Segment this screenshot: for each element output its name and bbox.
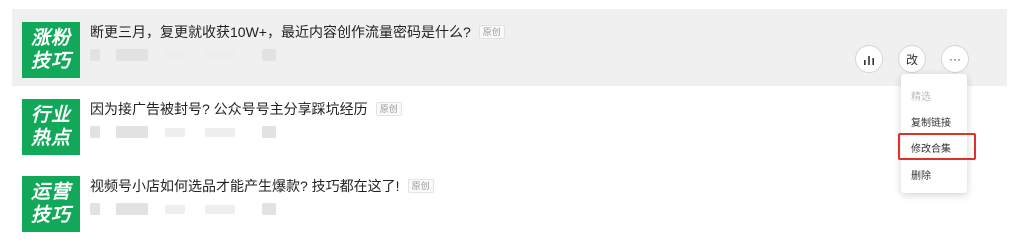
original-badge: 原创 [375,102,402,116]
more-button[interactable]: ··· [941,45,969,73]
cover-text-line2: 热点 [30,127,71,149]
menu-item-delete[interactable]: 删除 [911,167,931,182]
edit-button[interactable]: 改 [898,45,926,73]
highlight-box [898,133,976,160]
article-row[interactable]: 行业 热点 因为接广告被封号? 公众号号主分享踩坑经历 原创 [12,86,1007,163]
cover-text-line1: 行业 [30,104,71,126]
cover-text-line1: 涨粉 [30,27,71,49]
bar-chart-icon [864,56,874,65]
stats-button[interactable] [855,45,883,73]
article-title-text[interactable]: 因为接广告被封号? 公众号号主分享踩坑经历 [90,101,368,117]
cover-text-line2: 技巧 [30,50,71,72]
cover-text-line2: 技巧 [30,204,71,226]
article-cover: 运营 技巧 [22,176,80,232]
article-title[interactable]: 因为接广告被封号? 公众号号主分享踩坑经历 原创 [90,99,402,119]
menu-item-copy-link[interactable]: 复制链接 [911,114,951,129]
article-cover: 涨粉 技巧 [22,22,80,78]
article-title-text[interactable]: 视频号小店如何选品才能产生爆款? 技巧都在这了! [90,178,400,194]
article-row[interactable]: 运营 技巧 视频号小店如何选品才能产生爆款? 技巧都在这了! 原创 [12,163,1007,240]
menu-item-featured: 精选 [911,92,931,103]
article-title-text[interactable]: 断更三月，复更就收获10W+，最近内容创作流量密码是什么? [90,24,471,40]
cover-text-line1: 运营 [30,181,71,203]
article-cover: 行业 热点 [22,99,80,155]
article-title[interactable]: 断更三月，复更就收获10W+，最近内容创作流量密码是什么? 原创 [90,22,505,42]
original-badge: 原创 [478,25,505,39]
original-badge: 原创 [407,179,434,193]
article-row[interactable]: 涨粉 技巧 断更三月，复更就收获10W+，最近内容创作流量密码是什么? 原创 改 … [12,9,1007,86]
article-title[interactable]: 视频号小店如何选品才能产生爆款? 技巧都在这了! 原创 [90,176,434,196]
